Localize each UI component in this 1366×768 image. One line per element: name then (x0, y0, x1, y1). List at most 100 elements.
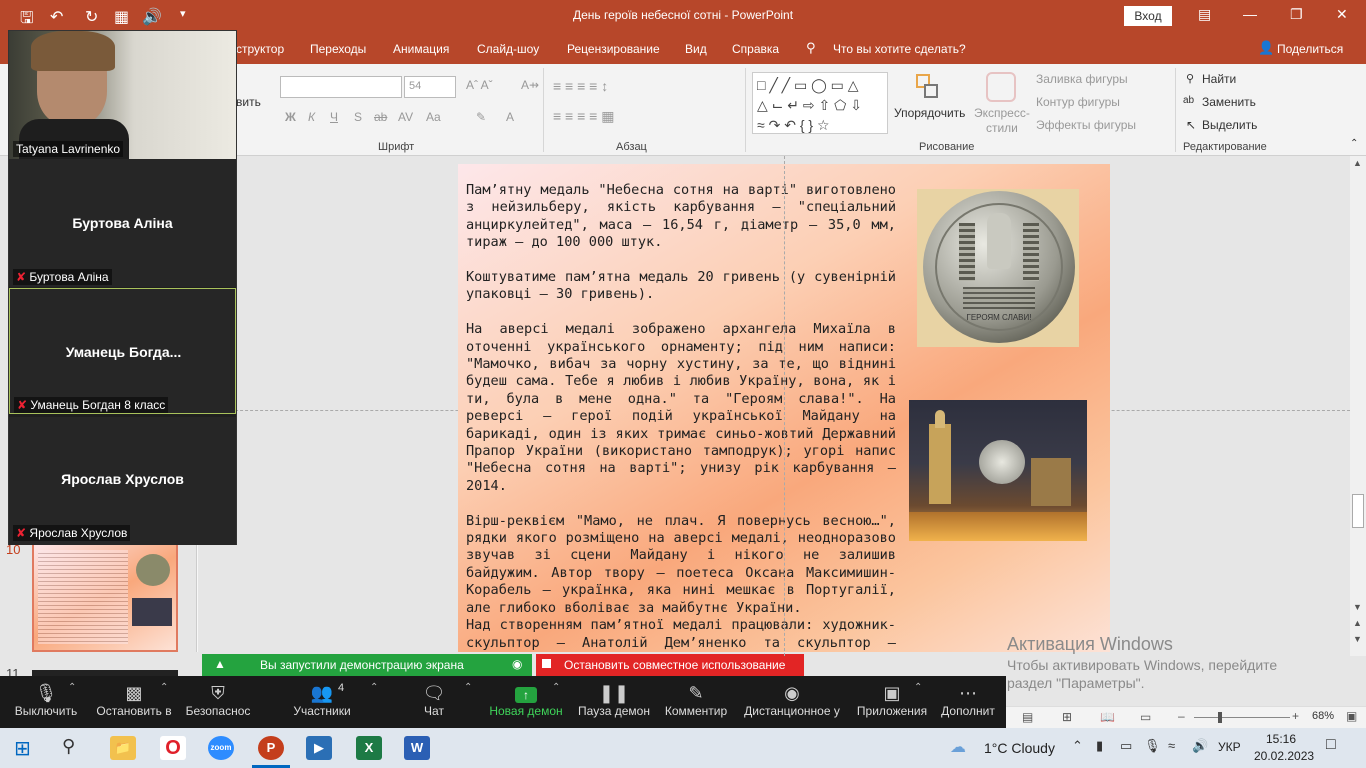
chevron-up-icon[interactable]: ⌃ (914, 682, 922, 693)
chevron-up-icon[interactable]: ⌃ (370, 682, 378, 693)
participant-tile-video[interactable]: Tatyana Lavrinenko (9, 31, 236, 159)
arrange-icon[interactable] (914, 74, 942, 102)
mic-tray-icon[interactable]: 🎙 (1144, 738, 1161, 754)
tab-design[interactable]: структор (236, 42, 284, 56)
search-icon[interactable]: ⚲ (62, 736, 75, 757)
share-pin-icon[interactable]: ▲ (214, 657, 226, 671)
powerpoint-icon[interactable]: P (258, 736, 284, 760)
slide-thumbnail-10[interactable] (32, 542, 178, 652)
pause-share-button[interactable]: ❚❚ Пауза демон (576, 678, 652, 718)
scroll-up-icon[interactable]: ▲ (1353, 158, 1362, 168)
shape-effects-button[interactable]: Эффекты фигуры (1036, 118, 1136, 132)
ribbon-display-options-icon[interactable]: ▤ (1198, 6, 1211, 23)
shape-outline-button[interactable]: Контур фигуры (1036, 95, 1120, 109)
chevron-up-icon[interactable]: ⌃ (552, 682, 560, 693)
chat-button[interactable]: 🗨 Чат (410, 678, 458, 718)
slide-vertical-scrollbar[interactable]: ▲ ▼ ▲ ▼ (1350, 156, 1366, 656)
tab-review[interactable]: Рецензирование (567, 42, 660, 56)
minimize-icon[interactable]: — (1243, 6, 1257, 22)
italic-button[interactable]: К (308, 110, 315, 124)
highlight-icon[interactable]: ✎ (476, 110, 486, 124)
windows-start-icon[interactable]: ⊞ (14, 736, 31, 761)
medal-reverse-photo[interactable] (909, 400, 1087, 541)
zoom-slider-thumb[interactable] (1218, 712, 1222, 723)
shape-fill-button[interactable]: Заливка фигуры (1036, 72, 1128, 86)
usb-icon[interactable]: ▮ (1096, 738, 1103, 754)
chevron-up-icon[interactable]: ⌃ (68, 682, 76, 693)
signin-button[interactable]: Вход (1124, 6, 1172, 26)
quick-styles-icon[interactable] (986, 72, 1016, 102)
arrange-button[interactable]: Упорядочить (894, 106, 965, 120)
tab-view[interactable]: Вид (685, 42, 707, 56)
bold-button[interactable]: Ж (285, 110, 296, 124)
tab-transitions[interactable]: Переходы (310, 42, 366, 56)
tab-slideshow[interactable]: Слайд-шоу (477, 42, 539, 56)
font-color-button[interactable]: A (506, 110, 514, 124)
chevron-up-icon[interactable]: ⌃ (160, 682, 168, 693)
font-name-combo[interactable] (280, 76, 402, 98)
bullets-icon[interactable]: ≡ ≡ ≡ ≡ ↕ (553, 78, 608, 94)
tell-me-search[interactable]: Что вы хотите сделать? (833, 42, 966, 56)
share-button[interactable]: Поделиться (1277, 42, 1343, 56)
clock-time[interactable]: 15:16 (1266, 732, 1296, 746)
medal-obverse-image[interactable]: ГЕРОЯМ СЛАВИ! (917, 189, 1079, 347)
clear-format-icon[interactable]: A⇸ (521, 78, 539, 92)
security-button[interactable]: ⛨ Безопаснос (182, 678, 254, 718)
remote-control-button[interactable]: ◉ Дистанционное у (740, 678, 844, 718)
change-case-button[interactable]: Aa (426, 110, 441, 124)
underline-button[interactable]: Ч (330, 110, 338, 124)
fit-slide-icon[interactable]: ▣ (1346, 709, 1357, 723)
prev-slide-icon[interactable]: ▲ (1353, 618, 1362, 628)
restore-icon[interactable]: ❐ (1290, 6, 1303, 23)
shapes-gallery[interactable]: □ ╱ ╱ ▭ ◯ ▭ △ △ ⌙ ↵ ⇨ ⇧ ⬠ ⇩ ≈ ↷ ↶ { } ☆ (752, 72, 888, 134)
participant-tile[interactable]: Ярослав Хруслов ✘ Ярослав Хруслов (9, 417, 236, 545)
chevron-up-icon[interactable]: ⌃ (464, 682, 472, 693)
tray-chevron-icon[interactable]: ⌃ (1072, 738, 1083, 754)
select-icon[interactable]: ↖ (1186, 118, 1196, 132)
replace-icon[interactable]: ab (1183, 95, 1194, 106)
zoom-level[interactable]: 68% (1312, 710, 1334, 722)
char-spacing-button[interactable]: AV (398, 110, 413, 124)
volume-icon[interactable]: 🔊 (1192, 738, 1208, 754)
strikethrough-button[interactable]: ab (374, 110, 387, 124)
word-icon[interactable]: W (404, 736, 430, 760)
battery-icon[interactable]: ▭ (1120, 738, 1132, 754)
more-button[interactable]: ⋯ Дополнит (938, 678, 998, 718)
excel-icon[interactable]: X (356, 736, 382, 760)
file-explorer-icon[interactable]: 📁 (110, 736, 136, 760)
slideshow-icon[interactable]: ▭ (1140, 710, 1151, 724)
scroll-down-icon[interactable]: ▼ (1353, 602, 1362, 612)
zoom-app-icon[interactable]: zoom (208, 736, 234, 760)
slide-text-box[interactable]: Пам’ятну медаль "Небесна сотня на варті"… (466, 182, 896, 652)
collapse-ribbon-icon[interactable]: ⌃ (1350, 138, 1358, 149)
scroll-thumb[interactable] (1352, 494, 1364, 528)
media-player-icon[interactable]: ▶ (306, 736, 332, 760)
normal-view-icon[interactable]: ▤ (1022, 710, 1033, 724)
zoom-slider[interactable] (1194, 717, 1290, 718)
shadow-button[interactable]: S (354, 110, 362, 124)
annotate-button[interactable]: ✎ Комментир (662, 678, 730, 718)
input-language[interactable]: УКР (1218, 740, 1241, 754)
participants-button[interactable]: 👥 Участники (286, 678, 358, 718)
quick-styles-button[interactable]: Экспресс- стили (974, 106, 1030, 136)
zoom-in-icon[interactable]: + (1292, 709, 1299, 723)
stop-share-button[interactable]: Остановить совместное использование (536, 654, 804, 676)
participant-tile-active-speaker[interactable]: Уманець Богда... ✘ Уманець Богдан 8 клас… (9, 288, 236, 414)
font-size-combo[interactable]: 54 (404, 76, 456, 98)
find-icon[interactable]: ⚲ (1186, 72, 1194, 85)
find-button[interactable]: Найти (1202, 72, 1236, 86)
opera-icon[interactable]: O (160, 736, 186, 760)
select-button[interactable]: Выделить (1202, 118, 1257, 132)
slide-sorter-icon[interactable]: ⊞ (1062, 710, 1072, 724)
weather-text[interactable]: 1°C Cloudy (984, 740, 1055, 756)
tab-animations[interactable]: Анимация (393, 42, 449, 56)
zoom-out-icon[interactable]: – (1178, 709, 1185, 723)
clock-date[interactable]: 20.02.2023 (1254, 749, 1314, 763)
tab-help[interactable]: Справка (732, 42, 779, 56)
wifi-icon[interactable]: ≈ (1168, 738, 1175, 753)
participant-tile[interactable]: Буртова Аліна ✘ Буртова Аліна (9, 159, 236, 287)
align-icon[interactable]: ≡ ≡ ≡ ≡ ▦ (553, 108, 614, 125)
font-grow-icon[interactable]: Aˆ Aˇ (466, 78, 493, 92)
notifications-icon[interactable]: □ (1326, 736, 1336, 754)
replace-button[interactable]: Заменить (1202, 95, 1256, 109)
